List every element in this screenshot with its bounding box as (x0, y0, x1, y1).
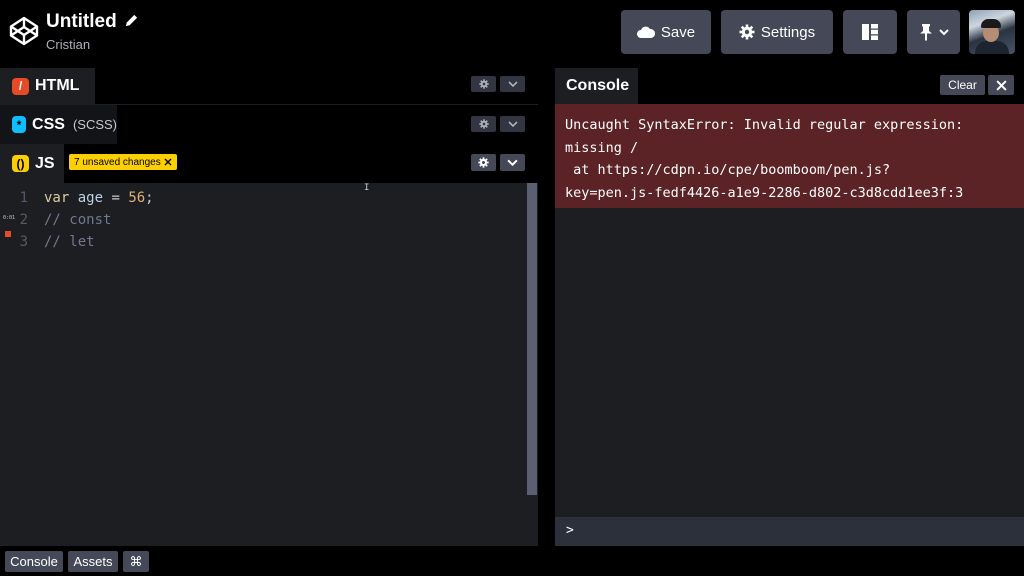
user-avatar[interactable] (969, 10, 1015, 54)
pin-menu-button[interactable] (907, 10, 960, 54)
chevron-down-icon (507, 159, 518, 166)
gutter-marker: 0:01 (3, 215, 16, 221)
code-line[interactable]: 3 // let (0, 231, 520, 253)
top-header: Untitled Cristian Save Settings (0, 0, 1024, 64)
line-text: // const (44, 212, 112, 228)
layout-icon (862, 24, 878, 40)
console-header: Console Clear (555, 65, 1024, 104)
unsaved-changes-label: 7 unsaved changes (74, 156, 161, 168)
console-input[interactable]: > (555, 517, 1024, 546)
js-code-editor[interactable]: I 1 var age = 56; 2 // const 3 // let 0:… (0, 183, 538, 546)
html-settings-button[interactable] (471, 76, 496, 92)
js-tab-label: JS (35, 154, 55, 172)
css-asterisk-icon: * (12, 116, 27, 133)
bottom-bar: Console Assets ⌘ (0, 546, 1024, 576)
html-editor-header: / HTML (0, 65, 538, 104)
close-console-button[interactable] (988, 75, 1014, 95)
css-preprocessor-label: (SCSS) (72, 117, 117, 132)
keyboard-shortcuts-button[interactable]: ⌘ (123, 551, 149, 572)
close-icon (995, 79, 1007, 91)
html-slash-icon: / (12, 77, 29, 95)
chevron-down-icon (507, 81, 518, 87)
pen-author[interactable]: Cristian (46, 37, 90, 52)
gear-icon (478, 119, 489, 129)
gear-icon (739, 24, 755, 40)
editor-scrollbar[interactable] (527, 183, 537, 495)
edit-pencil-icon[interactable] (124, 13, 139, 28)
css-tab-label: CSS (32, 115, 65, 133)
console-panel: Console Clear Uncaught SyntaxError: Inva… (555, 65, 1024, 546)
save-label: Save (660, 23, 696, 41)
gear-icon (478, 79, 489, 89)
html-collapse-button[interactable] (500, 76, 525, 92)
tab-js[interactable]: () JS (0, 144, 64, 183)
editors-column: / HTML * CSS (SCSS) () JS 7 unsaved chan… (0, 65, 538, 546)
unsaved-changes-badge[interactable]: 7 unsaved changes (69, 154, 177, 170)
chevron-down-icon (938, 28, 949, 35)
pin-icon (919, 23, 932, 40)
html-tab-label: HTML (35, 77, 80, 94)
save-button[interactable]: Save (621, 10, 711, 54)
tab-css[interactable]: * CSS (SCSS) (0, 105, 117, 144)
pane-resizer[interactable] (538, 65, 555, 546)
change-view-button[interactable] (843, 10, 897, 54)
assets-button[interactable]: Assets (68, 551, 118, 572)
css-settings-button[interactable] (471, 116, 496, 132)
settings-label: Settings (760, 23, 816, 41)
cloud-icon (636, 26, 655, 38)
console-title: Console (555, 68, 638, 104)
code-line[interactable]: 2 // const (0, 209, 520, 231)
css-collapse-button[interactable] (500, 116, 525, 132)
settings-button[interactable]: Settings (721, 10, 833, 54)
clear-console-button[interactable]: Clear (940, 75, 985, 95)
chevron-down-icon (507, 121, 518, 127)
error-marker-icon (5, 231, 11, 237)
js-braces-icon: () (12, 155, 29, 172)
codepen-logo-icon[interactable] (8, 15, 40, 47)
line-text: // let (44, 234, 95, 250)
css-editor-header: * CSS (SCSS) (0, 105, 538, 144)
gear-icon (478, 157, 489, 168)
line-text: var age = 56; (44, 190, 154, 206)
console-toggle-button[interactable]: Console (5, 551, 63, 572)
js-settings-button[interactable] (471, 154, 496, 171)
js-collapse-button[interactable] (500, 154, 525, 171)
js-editor-header: () JS 7 unsaved changes (0, 144, 538, 183)
close-icon[interactable] (164, 158, 172, 166)
console-error-message: Uncaught SyntaxError: Invalid regular ex… (555, 104, 1024, 208)
line-number: 1 (19, 190, 28, 206)
pen-title[interactable]: Untitled (46, 11, 117, 33)
tab-html[interactable]: / HTML (0, 68, 95, 104)
code-line[interactable]: 1 var age = 56; (0, 187, 520, 209)
